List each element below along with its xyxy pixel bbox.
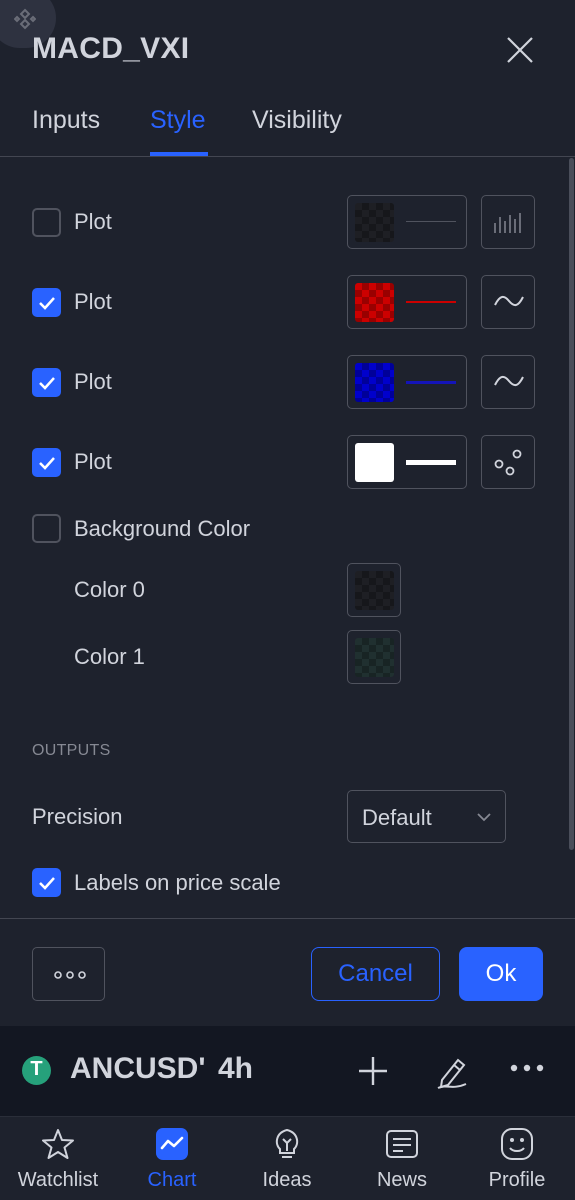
nav-news[interactable]: News [352, 1117, 452, 1200]
plot-row: Plot [32, 275, 542, 329]
color-1-row: Color 1 [32, 630, 542, 684]
plot-1-label: Plot [74, 209, 112, 234]
dialog-footer: Cancel Ok [0, 918, 575, 1026]
nav-ideas[interactable]: Ideas [237, 1117, 337, 1200]
color-0-row: Color 0 [32, 563, 542, 617]
background-color-label: Background Color [74, 516, 251, 541]
plot-2-color-swatch [355, 283, 394, 322]
plot-1-type-button[interactable] [481, 195, 535, 249]
close-button[interactable] [504, 34, 536, 66]
scrollbar[interactable] [569, 158, 574, 850]
binance-logo-icon [14, 8, 36, 30]
nav-watchlist-label: Watchlist [17, 1169, 99, 1191]
checkmark-icon [39, 297, 55, 310]
symbol-bar: T ANCUSD' 4h [0, 1026, 575, 1116]
precision-select-value: Default [362, 805, 432, 830]
plot-1-color-swatch [355, 203, 394, 242]
tab-inputs[interactable]: Inputs [32, 106, 100, 135]
cancel-button[interactable]: Cancel [311, 947, 440, 1001]
active-tab-indicator [150, 152, 208, 156]
more-dots-icon [510, 1064, 544, 1072]
chevron-down-icon [477, 813, 491, 822]
lightbulb-icon [275, 1128, 299, 1158]
labels-on-price-scale-checkbox[interactable] [32, 868, 61, 897]
nav-chart[interactable]: Chart [122, 1117, 222, 1200]
nav-ideas-label: Ideas [262, 1169, 312, 1191]
plot-3-color-button[interactable] [347, 355, 467, 409]
plot-4-type-button[interactable] [481, 435, 535, 489]
color-0-swatch [355, 571, 394, 610]
nav-profile[interactable]: Profile [467, 1117, 567, 1200]
nav-news-label: News [376, 1169, 427, 1191]
plot-3-checkbox[interactable] [32, 368, 61, 397]
interval-selector[interactable]: 4h [218, 1052, 253, 1086]
plus-icon [359, 1057, 387, 1085]
line-icon [494, 295, 524, 307]
line-icon [494, 375, 524, 387]
tab-bar: Inputs Style Visibility [0, 100, 575, 157]
tether-coin-icon: T [22, 1056, 51, 1085]
more-menu-button[interactable] [510, 1060, 544, 1078]
color-1-button[interactable] [347, 630, 401, 684]
add-button[interactable] [356, 1054, 390, 1093]
color-0-label: Color 0 [74, 577, 145, 602]
plot-row: Plot [32, 435, 542, 489]
plot-2-label: Plot [74, 289, 112, 314]
labels-on-price-scale-label: Labels on price scale [74, 870, 281, 895]
outputs-section-header: OUTPUTS [32, 742, 111, 759]
checkmark-icon [39, 457, 55, 470]
drawing-tools-button[interactable] [434, 1054, 470, 1095]
plot-3-type-button[interactable] [481, 355, 535, 409]
plot-4-checkbox[interactable] [32, 448, 61, 477]
color-1-swatch [355, 638, 394, 677]
more-options-button[interactable] [32, 947, 105, 1001]
plot-1-color-button[interactable] [347, 195, 467, 249]
chart-icon [156, 1128, 188, 1160]
nav-chart-label: Chart [147, 1169, 197, 1191]
plot-2-checkbox[interactable] [32, 288, 61, 317]
dialog-title: MACD_VXI [32, 32, 190, 65]
bottom-navigation: Watchlist Chart Ideas News Profile [0, 1116, 575, 1200]
plot-4-color-swatch [355, 443, 394, 482]
color-1-label: Color 1 [74, 644, 145, 669]
plot-2-type-button[interactable] [481, 275, 535, 329]
plot-row: Plot [32, 355, 542, 409]
tab-visibility[interactable]: Visibility [252, 106, 342, 135]
newspaper-icon [386, 1130, 418, 1158]
tab-style[interactable]: Style [150, 106, 206, 135]
histogram-icon [494, 213, 521, 233]
plot-2-color-button[interactable] [347, 275, 467, 329]
circles-icon [494, 449, 522, 476]
style-settings-panel: Plot Plot Plot Plot Background Color Col… [0, 158, 575, 918]
plot-3-line-preview [406, 381, 456, 384]
plot-4-label: Plot [74, 449, 112, 474]
plot-1-line-preview [406, 221, 456, 222]
plot-1-checkbox[interactable] [32, 208, 61, 237]
color-0-button[interactable] [347, 563, 401, 617]
precision-select[interactable]: Default [347, 790, 506, 843]
labels-on-price-scale-row: Labels on price scale [32, 868, 542, 898]
checkmark-icon [39, 377, 55, 390]
nav-profile-label: Profile [488, 1169, 546, 1191]
ellipsis-icon [54, 971, 86, 979]
pen-icon [437, 1058, 467, 1089]
close-icon [507, 37, 533, 63]
plot-3-label: Plot [74, 369, 112, 394]
checkmark-icon [39, 877, 55, 890]
plot-row: Plot [32, 195, 542, 249]
plot-4-color-button[interactable] [347, 435, 467, 489]
smiley-icon [501, 1128, 533, 1160]
coin-glyph: T [30, 1058, 43, 1080]
plot-2-line-preview [406, 301, 456, 303]
symbol-name[interactable]: ANCUSD' [70, 1052, 205, 1086]
star-icon [42, 1129, 74, 1159]
nav-watchlist[interactable]: Watchlist [8, 1117, 108, 1200]
plot-4-line-preview [406, 460, 456, 465]
ok-button[interactable]: Ok [459, 947, 543, 1001]
plot-3-color-swatch [355, 363, 394, 402]
background-color-row: Background Color [32, 514, 542, 544]
background-color-checkbox[interactable] [32, 514, 61, 543]
precision-label: Precision [32, 804, 123, 829]
